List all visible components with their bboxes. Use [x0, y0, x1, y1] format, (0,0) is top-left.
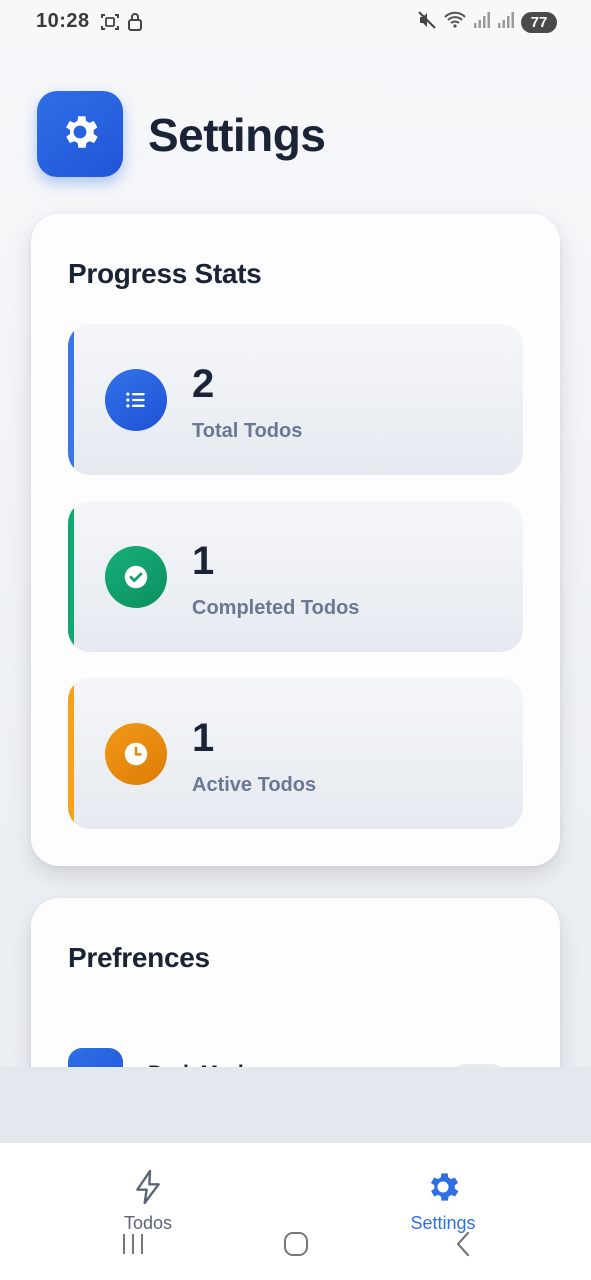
nav-item-todos[interactable]: Todos — [88, 1167, 208, 1234]
check-circle-icon — [105, 546, 167, 608]
lightning-icon — [88, 1167, 208, 1207]
stat-value: 1 — [192, 716, 215, 760]
nav-item-settings[interactable]: Settings — [383, 1167, 503, 1234]
status-bar: 10:28 77 — [0, 0, 591, 44]
progress-stats-title: Progress Stats — [68, 258, 262, 289]
wifi-icon — [443, 10, 467, 35]
progress-stats-card: Progress Stats 2 Total Todos 1 Completed… — [31, 214, 560, 866]
mute-icon — [417, 10, 437, 35]
stat-value: 1 — [192, 539, 215, 583]
gear-icon — [58, 110, 102, 159]
stat-tile-completed: 1 Completed Todos — [68, 501, 523, 652]
stat-value: 2 — [192, 362, 215, 406]
stat-tile-total: 2 Total Todos — [68, 324, 523, 475]
status-right-icons: 77 — [417, 10, 557, 35]
status-left-icons — [100, 12, 144, 37]
battery-indicator: 77 — [521, 12, 557, 33]
clock-icon — [105, 723, 167, 785]
stat-tile-active: 1 Active Todos — [68, 678, 523, 829]
list-icon — [105, 369, 167, 431]
home-icon[interactable] — [281, 1228, 311, 1260]
stat-accent-bar — [68, 501, 74, 652]
system-nav-bar — [0, 1228, 591, 1264]
signal-icon — [497, 11, 515, 34]
settings-app-icon — [37, 91, 123, 177]
stat-accent-bar — [68, 324, 74, 475]
lock-icon — [126, 12, 144, 37]
signal-icon — [473, 11, 491, 34]
screenshot-icon — [100, 12, 120, 37]
back-icon[interactable] — [448, 1228, 478, 1260]
content-cover — [0, 1067, 591, 1143]
stat-accent-bar — [68, 678, 74, 829]
recent-apps-icon[interactable] — [118, 1228, 148, 1260]
stat-label: Completed Todos — [192, 597, 360, 619]
gear-icon — [383, 1167, 503, 1207]
preferences-title: Prefrences — [68, 942, 210, 973]
stat-label: Total Todos — [192, 420, 303, 442]
stat-label: Active Todos — [192, 774, 317, 796]
status-time: 10:28 — [36, 10, 90, 32]
page-title: Settings — [148, 109, 326, 161]
